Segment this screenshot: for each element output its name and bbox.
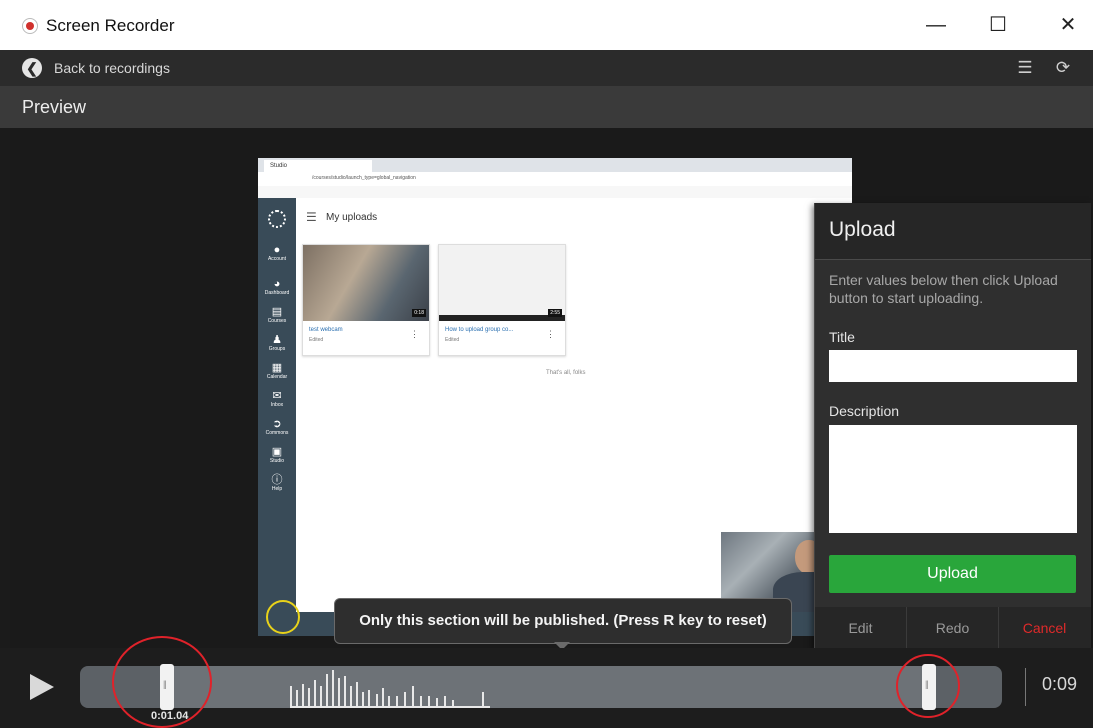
- dashboard-icon: ◕: [273, 278, 281, 290]
- studio-content: ☰ My uploads 0:18 test webcam Edited ⋮ 2…: [296, 198, 852, 636]
- upload-instructions: Enter values below then click Upload but…: [829, 272, 1058, 306]
- video-card: 2:55 How to upload group co... Edited ⋮: [438, 244, 566, 356]
- publish-section-tooltip: Only this section will be published. (Pr…: [334, 598, 792, 644]
- lms-global-nav: ● Account ◕ Dashboard ▤ Courses ♟ Groups ▦ Ca…: [258, 198, 296, 636]
- record-app-icon: [22, 18, 38, 34]
- video-thumbnail: [303, 245, 429, 321]
- browser-url: /courses/studio/launch_type=global_navig…: [312, 175, 416, 181]
- inbox-icon: ✉: [272, 390, 282, 402]
- nav-dashboard: ◕ Dashboard: [260, 278, 294, 296]
- nav-calendar: ▦ Calendar: [260, 362, 294, 380]
- description-label: Description: [829, 403, 900, 419]
- nav-groups: ♟ Groups: [260, 334, 294, 352]
- upload-panel-footer: Edit Redo Cancel: [815, 607, 1091, 649]
- browser-address-bar: /courses/studio/launch_type=global_navig…: [258, 172, 852, 186]
- account-icon: ●: [273, 244, 281, 256]
- preview-header: Preview: [0, 86, 1093, 128]
- back-arrow-icon[interactable]: ❮: [22, 58, 42, 78]
- window-title: Screen Recorder: [46, 16, 175, 35]
- groups-icon: ♟: [272, 334, 282, 346]
- nav-studio: ▣ Studio: [260, 446, 294, 464]
- video-duration: 2:55: [548, 309, 562, 317]
- cursor-highlight-ring: [266, 600, 300, 634]
- video-caption: test webcam: [309, 327, 343, 333]
- title-label: Title: [829, 329, 855, 345]
- end-of-list-text: That's all, folks: [546, 370, 586, 376]
- nav-commons: ➲ Commons: [260, 418, 294, 436]
- top-toolbar: ❮ Back to recordings ☰ ⟳: [0, 50, 1093, 86]
- video-subtitle: Edited: [445, 337, 460, 343]
- nav-inbox-label: Inbox: [270, 402, 284, 408]
- lms-logo-icon: [268, 210, 286, 228]
- kebab-menu-icon: ⋮: [546, 329, 555, 339]
- kebab-menu-icon: ⋮: [410, 329, 419, 339]
- video-duration: 0:18: [412, 309, 426, 317]
- video-caption: How to upload group co...: [445, 327, 514, 333]
- close-button[interactable]: ✕: [1048, 12, 1088, 38]
- upload-panel-header: Upload: [815, 203, 1091, 260]
- nav-groups-label: Groups: [268, 346, 286, 352]
- play-icon[interactable]: [30, 674, 54, 700]
- upload-panel-title: Upload: [829, 218, 896, 241]
- timeline-track[interactable]: [80, 664, 1002, 710]
- annotation-circle-end: [896, 654, 960, 718]
- my-uploads-heading: My uploads: [326, 212, 378, 223]
- history-icon[interactable]: ⟳: [1052, 58, 1074, 78]
- annotation-circle-start: [112, 636, 212, 728]
- nav-account: ● Account: [260, 244, 294, 262]
- nav-account-label: Account: [267, 256, 287, 262]
- browser-tab-strip: Studio: [258, 158, 852, 172]
- nav-studio-label: Studio: [269, 458, 285, 464]
- courses-icon: ▤: [271, 306, 283, 318]
- studio-icon: ▣: [271, 446, 283, 458]
- calendar-icon: ▦: [271, 362, 283, 374]
- captions-list-icon[interactable]: ☰: [1014, 58, 1036, 78]
- upload-button[interactable]: Upload: [829, 555, 1076, 593]
- total-duration: 0:09: [1042, 674, 1078, 694]
- nav-inbox: ✉ Inbox: [260, 390, 294, 408]
- title-input[interactable]: [829, 350, 1077, 382]
- video-card: 0:18 test webcam Edited ⋮: [302, 244, 430, 356]
- video-thumbnail: [439, 245, 565, 321]
- time-divider: [1025, 668, 1026, 706]
- waveform-bars: [290, 670, 490, 708]
- nav-dashboard-label: Dashboard: [264, 290, 290, 296]
- nav-courses: ▤ Courses: [260, 306, 294, 324]
- maximize-button[interactable]: ☐: [978, 12, 1018, 38]
- audio-waveform: [290, 670, 490, 708]
- nav-help: ⓘ Help: [260, 474, 294, 492]
- nav-commons-label: Commons: [265, 430, 289, 436]
- cancel-button[interactable]: Cancel: [999, 607, 1090, 649]
- video-subtitle: Edited: [309, 337, 324, 343]
- hamburger-menu-icon: ☰: [306, 210, 317, 224]
- nav-help-label: Help: [271, 486, 283, 492]
- upload-panel: Upload Enter values below then click Upl…: [814, 203, 1091, 649]
- nav-calendar-label: Calendar: [266, 374, 288, 380]
- redo-button[interactable]: Redo: [907, 607, 999, 649]
- edit-button[interactable]: Edit: [815, 607, 907, 649]
- back-to-recordings-link[interactable]: Back to recordings: [54, 60, 170, 76]
- preview-title: Preview: [22, 97, 87, 117]
- help-icon: ⓘ: [271, 474, 283, 486]
- browser-tab: Studio: [264, 160, 372, 172]
- window-titlebar: Screen Recorder — ☐ ✕: [0, 0, 1093, 50]
- nav-courses-label: Courses: [267, 318, 287, 324]
- commons-icon: ➲: [272, 418, 282, 430]
- recorded-browser-frame: Studio /courses/studio/launch_type=globa…: [258, 158, 852, 636]
- minimize-button[interactable]: —: [916, 12, 956, 38]
- description-textarea[interactable]: [829, 425, 1077, 533]
